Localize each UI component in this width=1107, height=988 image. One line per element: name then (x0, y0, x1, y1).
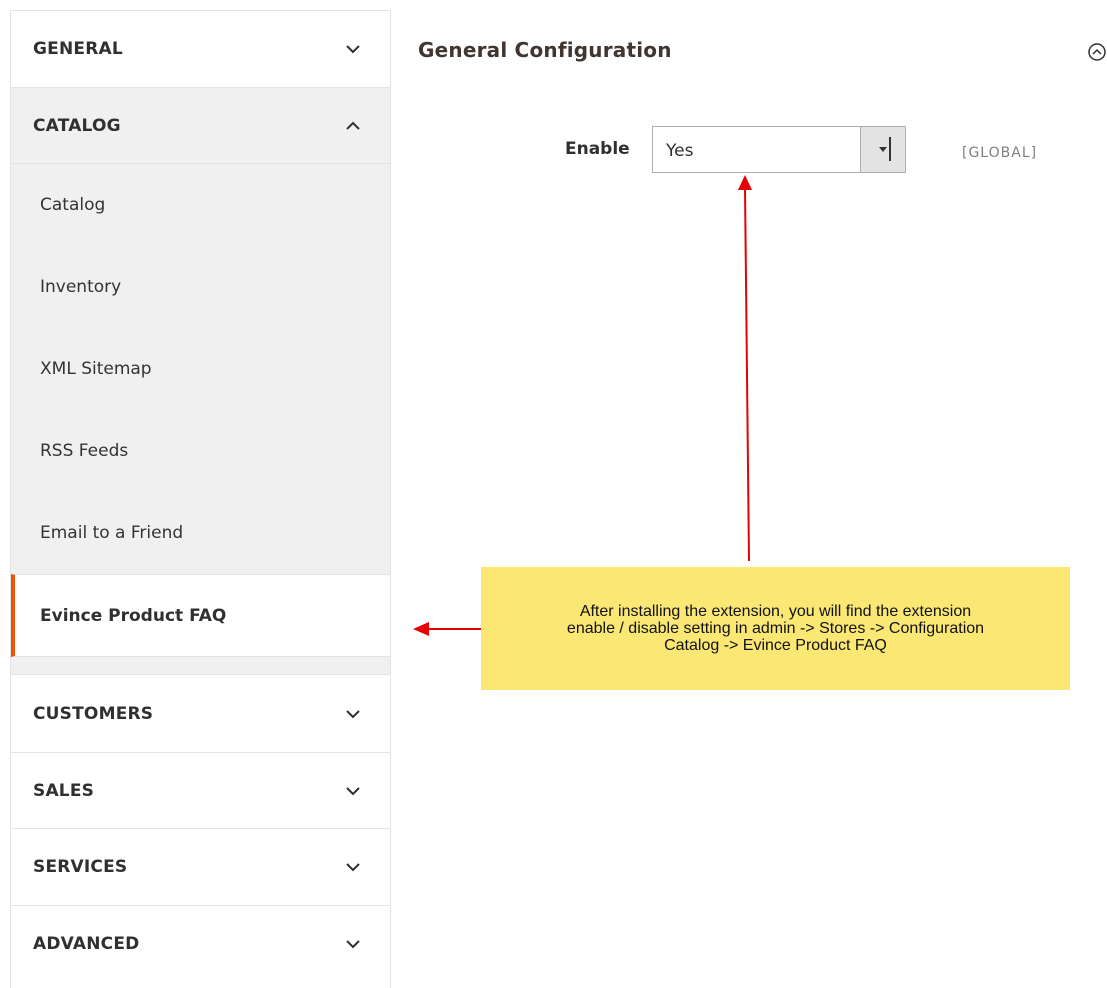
sidebar-item-label: XML Sitemap (40, 359, 152, 379)
chevron-down-icon (344, 705, 362, 723)
select-divider (889, 137, 891, 161)
section-header-advanced[interactable]: ADVANCED (11, 906, 390, 982)
section-header-sales[interactable]: SALES (11, 753, 390, 828)
section-services: SERVICES (11, 828, 390, 905)
caret-down-icon (879, 147, 887, 152)
section-general: GENERAL (11, 10, 390, 87)
section-catalog: CATALOG Catalog Inventory XML Sitemap RS… (11, 87, 390, 674)
arrow-left-icon (413, 622, 481, 636)
annotation-text: After installing the extension, you will… (567, 603, 984, 654)
section-sales: SALES (11, 752, 390, 828)
section-customers: CUSTOMERS (11, 674, 390, 752)
section-label-advanced: ADVANCED (33, 934, 140, 954)
chevron-up-icon (344, 117, 362, 135)
arrow-up-icon (738, 175, 752, 562)
chevron-down-icon (344, 782, 362, 800)
section-header-general[interactable]: GENERAL (11, 11, 390, 87)
sidebar-item-label: RSS Feeds (40, 441, 129, 461)
section-advanced: ADVANCED (11, 905, 390, 982)
annotation-line: After installing the extension, you will… (579, 603, 972, 620)
chevron-down-icon (344, 858, 362, 876)
sidebar-item-rss-feeds[interactable]: RSS Feeds (11, 410, 390, 492)
section-label-sales: SALES (33, 780, 95, 801)
annotation-line: Catalog -> Evince Product FAQ (664, 637, 887, 654)
enable-field-label: Enable (565, 139, 630, 159)
sidebar-item-label: Catalog (40, 195, 106, 215)
enable-select-value: Yes (666, 141, 694, 161)
chevron-down-icon (344, 40, 362, 58)
section-label-customers: CUSTOMERS (33, 703, 154, 724)
catalog-tail (11, 657, 390, 674)
annotation-line: enable / disable setting in admin -> Sto… (566, 620, 985, 637)
sidebar-item-label: Inventory (40, 277, 122, 297)
page-title[interactable]: General Configuration (418, 38, 672, 62)
configuration-page: GENERAL CATALOG Catalog Inventory XML Si… (0, 0, 1107, 988)
collapse-circle-icon[interactable] (1087, 40, 1107, 64)
section-label-general: GENERAL (33, 39, 123, 59)
enable-select[interactable]: Yes (652, 126, 906, 173)
sidebar-item-label: Email to a Friend (40, 523, 184, 543)
scope-label: [GLOBAL] (962, 145, 1038, 161)
sidebar-item-evince-product-faq[interactable]: Evince Product FAQ (11, 574, 390, 657)
select-dropdown-button[interactable] (860, 127, 905, 172)
chevron-down-icon (344, 935, 362, 953)
config-sidebar: GENERAL CATALOG Catalog Inventory XML Si… (10, 10, 391, 988)
sidebar-item-catalog[interactable]: Catalog (11, 164, 390, 246)
section-header-customers[interactable]: CUSTOMERS (11, 675, 390, 752)
section-header-services[interactable]: SERVICES (11, 829, 390, 905)
sidebar-item-inventory[interactable]: Inventory (11, 246, 390, 328)
sidebar-item-xml-sitemap[interactable]: XML Sitemap (11, 328, 390, 410)
sidebar-item-email-to-a-friend[interactable]: Email to a Friend (11, 492, 390, 574)
annotation-note: After installing the extension, you will… (481, 567, 1070, 690)
catalog-items: Catalog Inventory XML Sitemap RSS Feeds … (11, 164, 390, 674)
section-header-catalog[interactable]: CATALOG (11, 88, 390, 164)
section-label-services: SERVICES (33, 857, 128, 877)
section-label-catalog: CATALOG (33, 115, 121, 136)
sidebar-item-label: Evince Product FAQ (40, 605, 227, 626)
